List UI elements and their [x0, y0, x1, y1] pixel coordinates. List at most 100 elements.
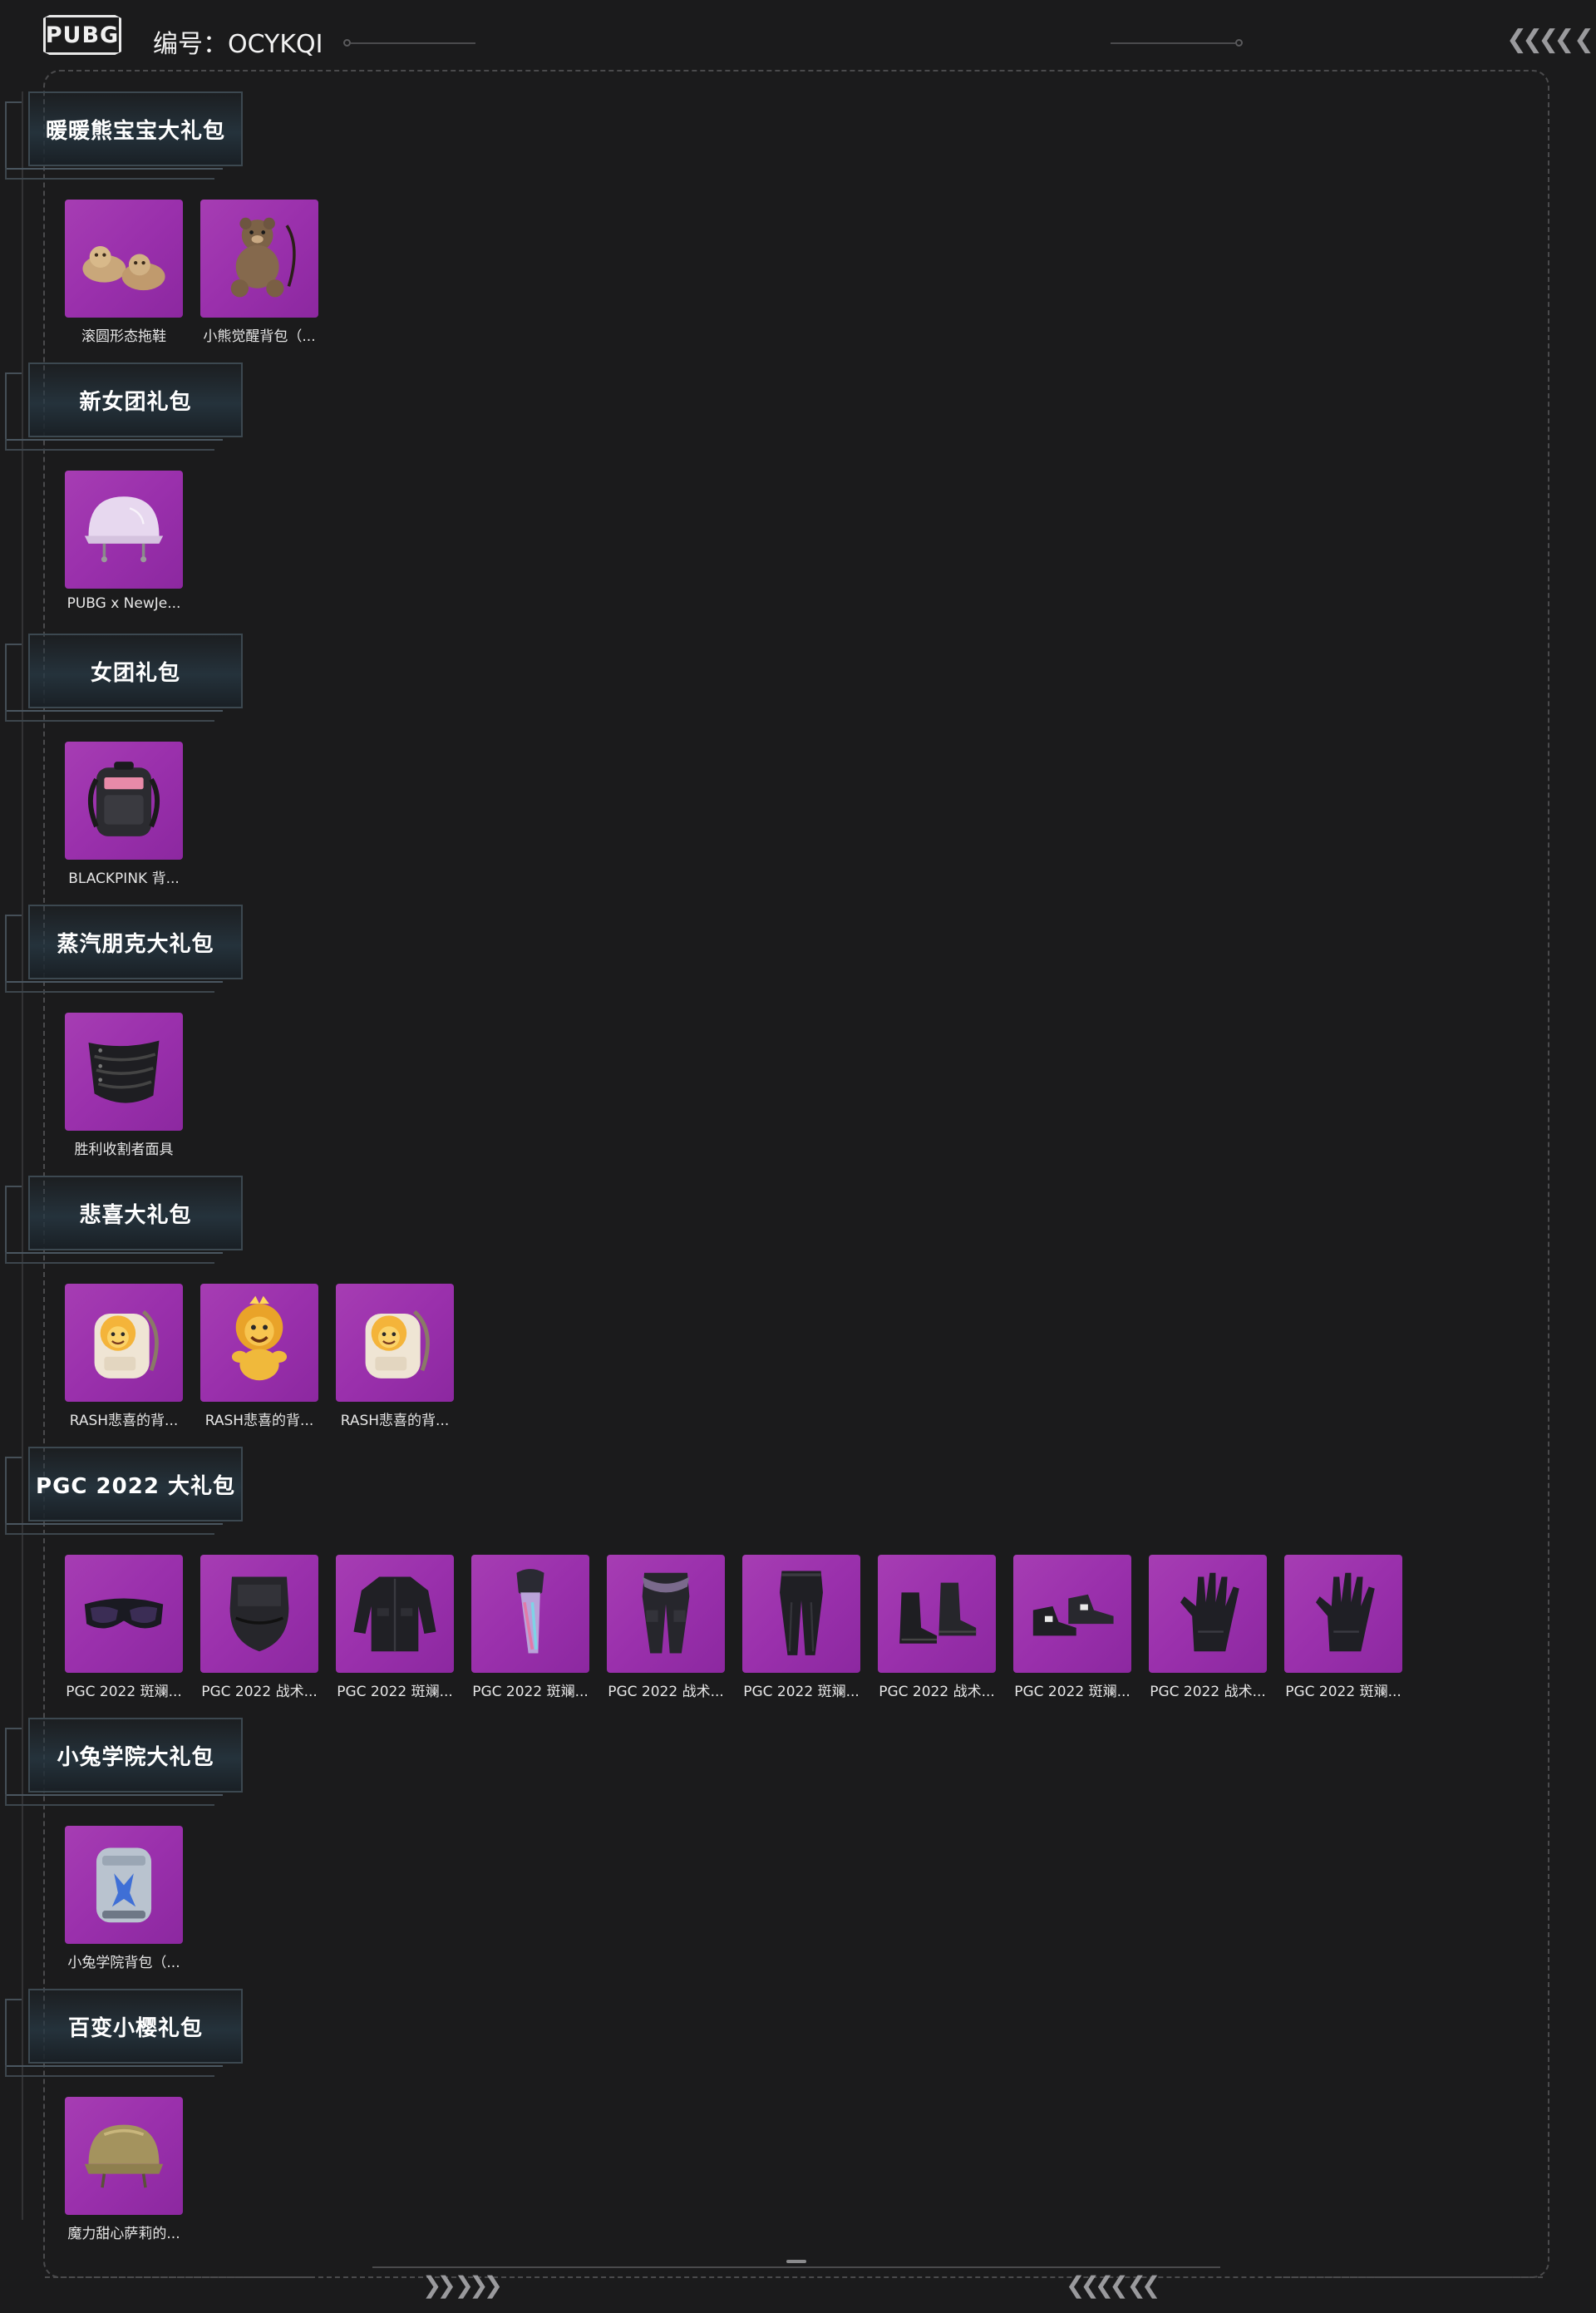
- item-label: PGC 2022 斑斓...: [472, 1684, 589, 1700]
- shoes-icon: [1023, 1563, 1121, 1665]
- jacket-icon: [346, 1563, 444, 1665]
- gift-pack-items: 胜利收割者面具: [65, 1013, 183, 1158]
- item-thumbnail[interactable]: [336, 1555, 454, 1673]
- goggles-icon: [75, 1563, 173, 1665]
- item-thumbnail[interactable]: [471, 1555, 589, 1673]
- helmet-icon: [75, 479, 173, 581]
- item-card[interactable]: RASH悲喜的背...: [200, 1284, 318, 1429]
- item-label: RASH悲喜的背...: [69, 1413, 179, 1429]
- item-thumbnail[interactable]: [200, 200, 318, 318]
- gift-pack-items: RASH悲喜的背... RASH悲喜的背... RASH悲喜的背...: [65, 1284, 454, 1429]
- item-thumbnail[interactable]: [200, 1284, 318, 1402]
- item-card[interactable]: 小熊觉醒背包（...: [200, 200, 318, 345]
- pants-icon: [752, 1563, 850, 1665]
- gift-pack-items: 魔力甜心萨莉的...: [65, 2097, 183, 2242]
- header-line-left: [351, 42, 475, 44]
- item-thumbnail[interactable]: [1013, 1555, 1131, 1673]
- footer-dash-left: [45, 2276, 311, 2280]
- item-card[interactable]: 小兔学院背包（...: [65, 1826, 183, 1971]
- gift-pack-section: 新女团礼包 PUBG x NewJe...: [0, 362, 1596, 629]
- gift-pack-title: 小兔学院大礼包: [5, 1718, 243, 1796]
- item-card[interactable]: 滚圆形态拖鞋: [65, 200, 183, 345]
- header-line-dot-left: [343, 39, 351, 47]
- item-card[interactable]: PGC 2022 战术...: [607, 1555, 725, 1700]
- item-label: PGC 2022 战术...: [1150, 1684, 1266, 1700]
- item-thumbnail[interactable]: [65, 1826, 183, 1944]
- item-thumbnail[interactable]: [336, 1284, 454, 1402]
- pubg-logo: PUBG: [43, 15, 121, 55]
- header-chevrons-icon: ❮❮❮❮ ❮: [1506, 25, 1594, 54]
- item-card[interactable]: PGC 2022 斑斓...: [65, 1555, 183, 1700]
- item-label: RASH悲喜的背...: [340, 1413, 450, 1429]
- gift-pack-title: 百变小樱礼包: [5, 1989, 243, 2067]
- item-card[interactable]: 胜利收割者面具: [65, 1013, 183, 1158]
- item-thumbnail[interactable]: [65, 1013, 183, 1131]
- item-thumbnail[interactable]: [65, 1284, 183, 1402]
- item-thumbnail[interactable]: [742, 1555, 860, 1673]
- item-card[interactable]: PGC 2022 斑斓...: [1284, 1555, 1402, 1700]
- glove-icon: [1294, 1563, 1392, 1665]
- gift-pack-items: BLACKPINK 背...: [65, 742, 183, 887]
- item-card[interactable]: PGC 2022 战术...: [200, 1555, 318, 1700]
- item-card[interactable]: 魔力甜心萨莉的...: [65, 2097, 183, 2242]
- gift-pack-section: 小兔学院大礼包小兔学院背包（...: [0, 1718, 1596, 1984]
- item-card[interactable]: PGC 2022 斑斓...: [336, 1555, 454, 1700]
- gift-pack-items: PUBG x NewJe...: [65, 471, 183, 612]
- lion-plush-icon: [210, 1292, 308, 1394]
- item-label: PGC 2022 战术...: [201, 1684, 318, 1700]
- item-thumbnail[interactable]: [878, 1555, 996, 1673]
- footer-tab-marker: [786, 2260, 806, 2263]
- glove-icon: [1159, 1563, 1257, 1665]
- item-thumbnail[interactable]: [65, 471, 183, 589]
- item-label: RASH悲喜的背...: [204, 1413, 314, 1429]
- item-card[interactable]: PGC 2022 斑斓...: [1013, 1555, 1131, 1700]
- tactical-pants-icon: [617, 1563, 715, 1665]
- item-label: PGC 2022 斑斓...: [743, 1684, 860, 1700]
- item-thumbnail[interactable]: [65, 1555, 183, 1673]
- item-thumbnail[interactable]: [200, 1555, 318, 1673]
- item-card[interactable]: RASH悲喜的背...: [65, 1284, 183, 1429]
- gift-pack-items: PGC 2022 斑斓... PGC 2022 战术... PGC 2022 斑斓.…: [65, 1555, 1402, 1700]
- gift-pack-section: PGC 2022 大礼包 PGC 2022 斑斓... PGC 2022 战术...…: [0, 1447, 1596, 1713]
- item-card[interactable]: BLACKPINK 背...: [65, 742, 183, 887]
- gift-pack-section: 蒸汽朋克大礼包 胜利收割者面具: [0, 905, 1596, 1171]
- item-thumbnail[interactable]: [65, 2097, 183, 2215]
- footer-chevrons-left-icon: ❮❮❮❮ ❮❮: [1066, 2271, 1160, 2299]
- item-label: 小熊觉醒背包（...: [203, 328, 316, 345]
- rabbit-backpack-icon: [75, 1834, 173, 1936]
- gift-pack-title: 新女团礼包: [5, 362, 243, 441]
- item-thumbnail[interactable]: [1149, 1555, 1267, 1673]
- item-thumbnail[interactable]: [1284, 1555, 1402, 1673]
- item-thumbnail[interactable]: [65, 200, 183, 318]
- item-card[interactable]: PGC 2022 战术...: [1149, 1555, 1267, 1700]
- item-card[interactable]: PGC 2022 斑斓...: [471, 1555, 589, 1700]
- gift-pack-section: 百变小樱礼包魔力甜心萨莉的...: [0, 1989, 1596, 2255]
- gold-helmet-icon: [75, 2105, 173, 2207]
- footer-dash-right: [1277, 2276, 1543, 2280]
- item-label: PGC 2022 斑斓...: [337, 1684, 453, 1700]
- item-label: PGC 2022 战术...: [608, 1684, 724, 1700]
- backpack-icon: [75, 750, 173, 852]
- lion-backpack-icon: [346, 1292, 444, 1394]
- item-label: BLACKPINK 背...: [68, 870, 180, 887]
- gift-pack-title: PGC 2022 大礼包: [5, 1447, 243, 1525]
- gift-pack-title: 女团礼包: [5, 634, 243, 712]
- item-thumbnail[interactable]: [65, 742, 183, 860]
- mask-icon: [75, 1021, 173, 1123]
- item-label: 魔力甜心萨莉的...: [67, 2226, 180, 2242]
- account-id-label: 编号：OCYKQI: [153, 30, 323, 59]
- gift-pack-section: 女团礼包 BLACKPINK 背...: [0, 634, 1596, 900]
- gift-pack-section: 悲喜大礼包 RASH悲喜的背... RASH悲喜的背... RASH悲喜的背...: [0, 1176, 1596, 1442]
- slippers-icon: [75, 208, 173, 310]
- item-card[interactable]: PGC 2022 斑斓...: [742, 1555, 860, 1700]
- item-label: PGC 2022 斑斓...: [1014, 1684, 1130, 1700]
- item-card[interactable]: RASH悲喜的背...: [336, 1284, 454, 1429]
- item-label: PGC 2022 斑斓...: [1285, 1684, 1401, 1700]
- item-thumbnail[interactable]: [607, 1555, 725, 1673]
- item-label: PGC 2022 斑斓...: [66, 1684, 182, 1700]
- item-label: 小兔学院背包（...: [67, 1955, 180, 1971]
- gift-pack-items: 滚圆形态拖鞋 小熊觉醒背包（...: [65, 200, 318, 345]
- item-card[interactable]: PGC 2022 战术...: [878, 1555, 996, 1700]
- gift-pack-section: 暖暖熊宝宝大礼包 滚圆形态拖鞋 小熊觉醒背包（...: [0, 91, 1596, 358]
- item-card[interactable]: PUBG x NewJe...: [65, 471, 183, 612]
